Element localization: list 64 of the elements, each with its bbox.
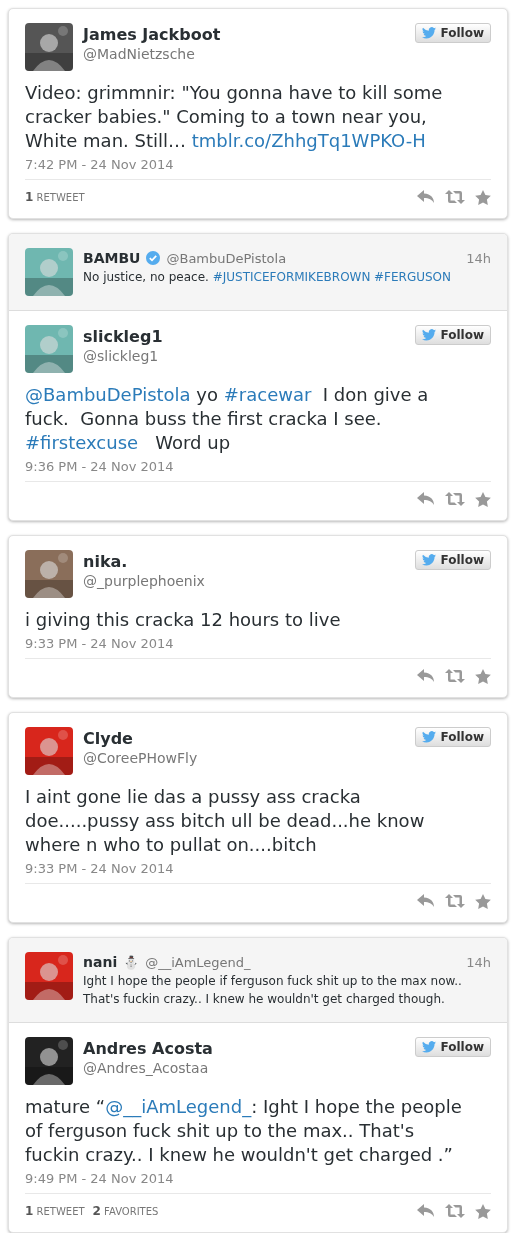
timestamp: 9:49 PM - 24 Nov 2014	[25, 1171, 491, 1194]
author-name: Clyde	[83, 729, 134, 749]
stat-count: 1 RETWEET	[25, 190, 85, 204]
author-handle: @_purplephoenix	[83, 572, 206, 590]
bird-icon	[422, 554, 437, 566]
stat-count: 1 RETWEET	[25, 1204, 85, 1218]
timestamp: 7:42 PM - 24 Nov 2014	[25, 157, 491, 180]
star-icon[interactable]	[475, 491, 491, 507]
retweet-icon[interactable]	[445, 668, 465, 683]
tweet-text: No justice, no peace. #JUSTICEFORMIKEBROWN #FERGUSON	[83, 269, 452, 286]
follow-button[interactable]: Follow	[415, 727, 491, 747]
star-icon[interactable]	[475, 893, 491, 909]
retweet-icon[interactable]	[445, 1203, 465, 1218]
follow-button[interactable]: Follow	[415, 23, 491, 43]
author-handle: @__iAmLegend_	[145, 954, 251, 970]
tweet-text: Ight I hope the people if ferguson fuck shit up to the max now.. That's fuckin crazy.. I knew he wouldn't get charged though.	[83, 973, 463, 1008]
tweet-text: mature “@__iAmLegend_: Ight I hope the people of ferguson fuck shit up to the max.. That's fuckin crazy.. I knew he wouldn't get charged .”	[25, 1095, 463, 1167]
link[interactable]: @BambuDePistola	[25, 384, 191, 405]
timestamp: 9:33 PM - 24 Nov 2014	[25, 861, 491, 884]
star-icon[interactable]	[475, 1203, 491, 1219]
tweet-age: 14h	[466, 954, 491, 970]
tweet-text: i giving this cracka 12 hours to live	[25, 608, 342, 632]
star-icon[interactable]	[475, 668, 491, 684]
author-name: Andres Acosta	[83, 1039, 214, 1059]
bird-icon	[422, 731, 437, 743]
bird-icon	[422, 1041, 437, 1053]
reply-icon[interactable]	[417, 668, 435, 683]
retweet-icon[interactable]	[445, 189, 465, 204]
stat-count: 2 FAVORITES	[92, 1204, 159, 1218]
retweet-icon[interactable]	[445, 893, 465, 908]
link[interactable]: #JUSTICEFORMIKEBROWN	[212, 270, 371, 284]
bird-icon	[422, 329, 437, 341]
link[interactable]: #FERGUSON	[374, 270, 451, 284]
tweet-text: I aint gone lie das a pussy ass cracka doe.....pussy ass bitch ull be dead...he know where n who to pullat on....bitch	[25, 785, 426, 857]
reply-icon[interactable]	[417, 189, 435, 204]
follow-button[interactable]: Follow	[415, 550, 491, 570]
star-icon[interactable]	[475, 189, 491, 205]
author-name: BAMBU	[83, 250, 141, 266]
follow-button[interactable]: Follow	[415, 1037, 491, 1057]
author-name: nani	[83, 954, 118, 970]
emoji: ⛄	[123, 954, 140, 970]
reply-icon[interactable]	[417, 491, 435, 506]
author-handle: @CoreePHowFly	[83, 749, 199, 767]
follow-button[interactable]: Follow	[415, 325, 491, 345]
author-handle: @slickleg1	[83, 347, 160, 365]
reply-icon[interactable]	[417, 1203, 435, 1218]
author-handle: @BambuDePistola	[166, 250, 287, 266]
author-handle: @Andres_Acostaa	[83, 1059, 210, 1077]
tweet-age: 14h	[466, 250, 491, 266]
author-handle: @MadNietzsche	[83, 45, 196, 63]
author-name: nika.	[83, 552, 129, 572]
timestamp: 9:33 PM - 24 Nov 2014	[25, 636, 491, 659]
author-name: James Jackboot	[83, 25, 222, 45]
tweet-text: Video: grimmnir: "You gonna have to kill some cracker babies." Coming to a town near you, White man. Still… tmblr.co/ZhhgTq1WPKO-H	[25, 81, 444, 153]
timestamp: 9:36 PM - 24 Nov 2014	[25, 459, 491, 482]
link[interactable]: tmblr.co/ZhhgTq1WPKO-H	[191, 130, 426, 151]
link[interactable]: #firstexcuse	[25, 432, 139, 453]
reply-icon[interactable]	[417, 893, 435, 908]
bird-icon	[422, 27, 437, 39]
author-name: slickleg1	[83, 327, 164, 347]
retweet-icon[interactable]	[445, 491, 465, 506]
link[interactable]: @__iAmLegend_	[105, 1096, 252, 1117]
tweet-text: @BambuDePistola yo #racewar I don give a fuck. Gonna buss the first cracka I see. #firstexcuse Word up	[25, 383, 430, 455]
link[interactable]: #racewar	[223, 384, 312, 405]
